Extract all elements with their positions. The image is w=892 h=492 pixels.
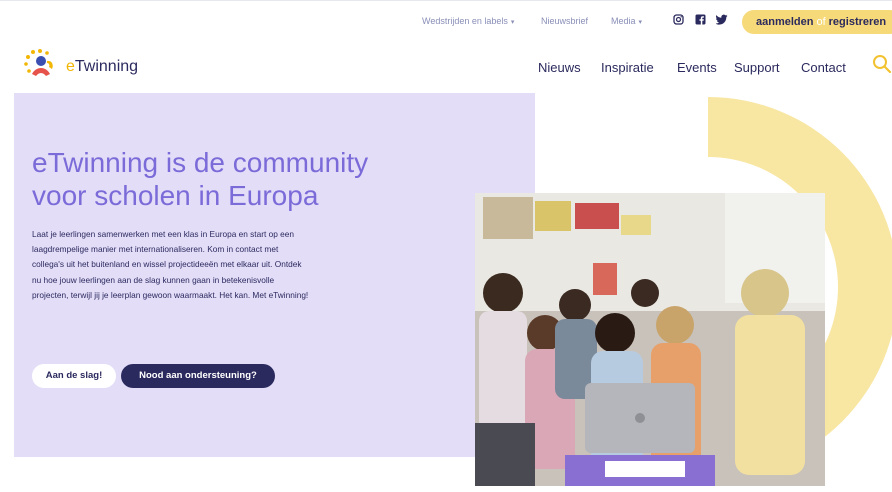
nav-nieuws[interactable]: Nieuws bbox=[538, 60, 581, 75]
utility-bar: Wedstrijden en labels ▾ Nieuwsbrief Media… bbox=[0, 10, 892, 34]
separator-text: of bbox=[816, 16, 826, 28]
instagram-icon[interactable] bbox=[673, 14, 684, 28]
login-link[interactable]: aanmelden bbox=[756, 16, 813, 28]
logo-mark bbox=[24, 49, 53, 76]
search-icon[interactable] bbox=[872, 54, 892, 79]
top-border bbox=[0, 0, 892, 1]
nav-inspiratie[interactable]: Inspiratie bbox=[601, 60, 654, 75]
nav-events[interactable]: Events bbox=[677, 60, 717, 75]
twitter-icon[interactable] bbox=[715, 14, 728, 28]
chevron-down-icon: ▾ bbox=[510, 19, 515, 26]
nav-support[interactable]: Support bbox=[734, 60, 780, 75]
hero-title: eTwinning is de community voor scholen i… bbox=[32, 147, 369, 211]
logo-text: eTwinning bbox=[66, 58, 139, 75]
support-button[interactable]: Nood aan ondersteuning? bbox=[121, 364, 275, 388]
chevron-down-icon: ▾ bbox=[638, 19, 643, 26]
classroom-photo bbox=[475, 193, 825, 486]
register-link[interactable]: registreren bbox=[829, 16, 886, 28]
etwinning-logo[interactable]: eTwinning bbox=[22, 49, 162, 80]
util-link-media[interactable]: Media ▾ bbox=[611, 16, 642, 26]
start-button[interactable]: Aan de slag! bbox=[32, 364, 116, 388]
util-link-wedstrijden[interactable]: Wedstrijden en labels ▾ bbox=[422, 16, 514, 26]
account-pill: aanmelden of registreren bbox=[742, 10, 892, 34]
util-link-nieuwsbrief[interactable]: Nieuwsbrief bbox=[541, 16, 588, 26]
hero-paragraph: Laat je leerlingen samenwerken met een k… bbox=[32, 229, 309, 300]
facebook-icon[interactable] bbox=[695, 14, 706, 28]
nav-contact[interactable]: Contact bbox=[801, 60, 846, 75]
